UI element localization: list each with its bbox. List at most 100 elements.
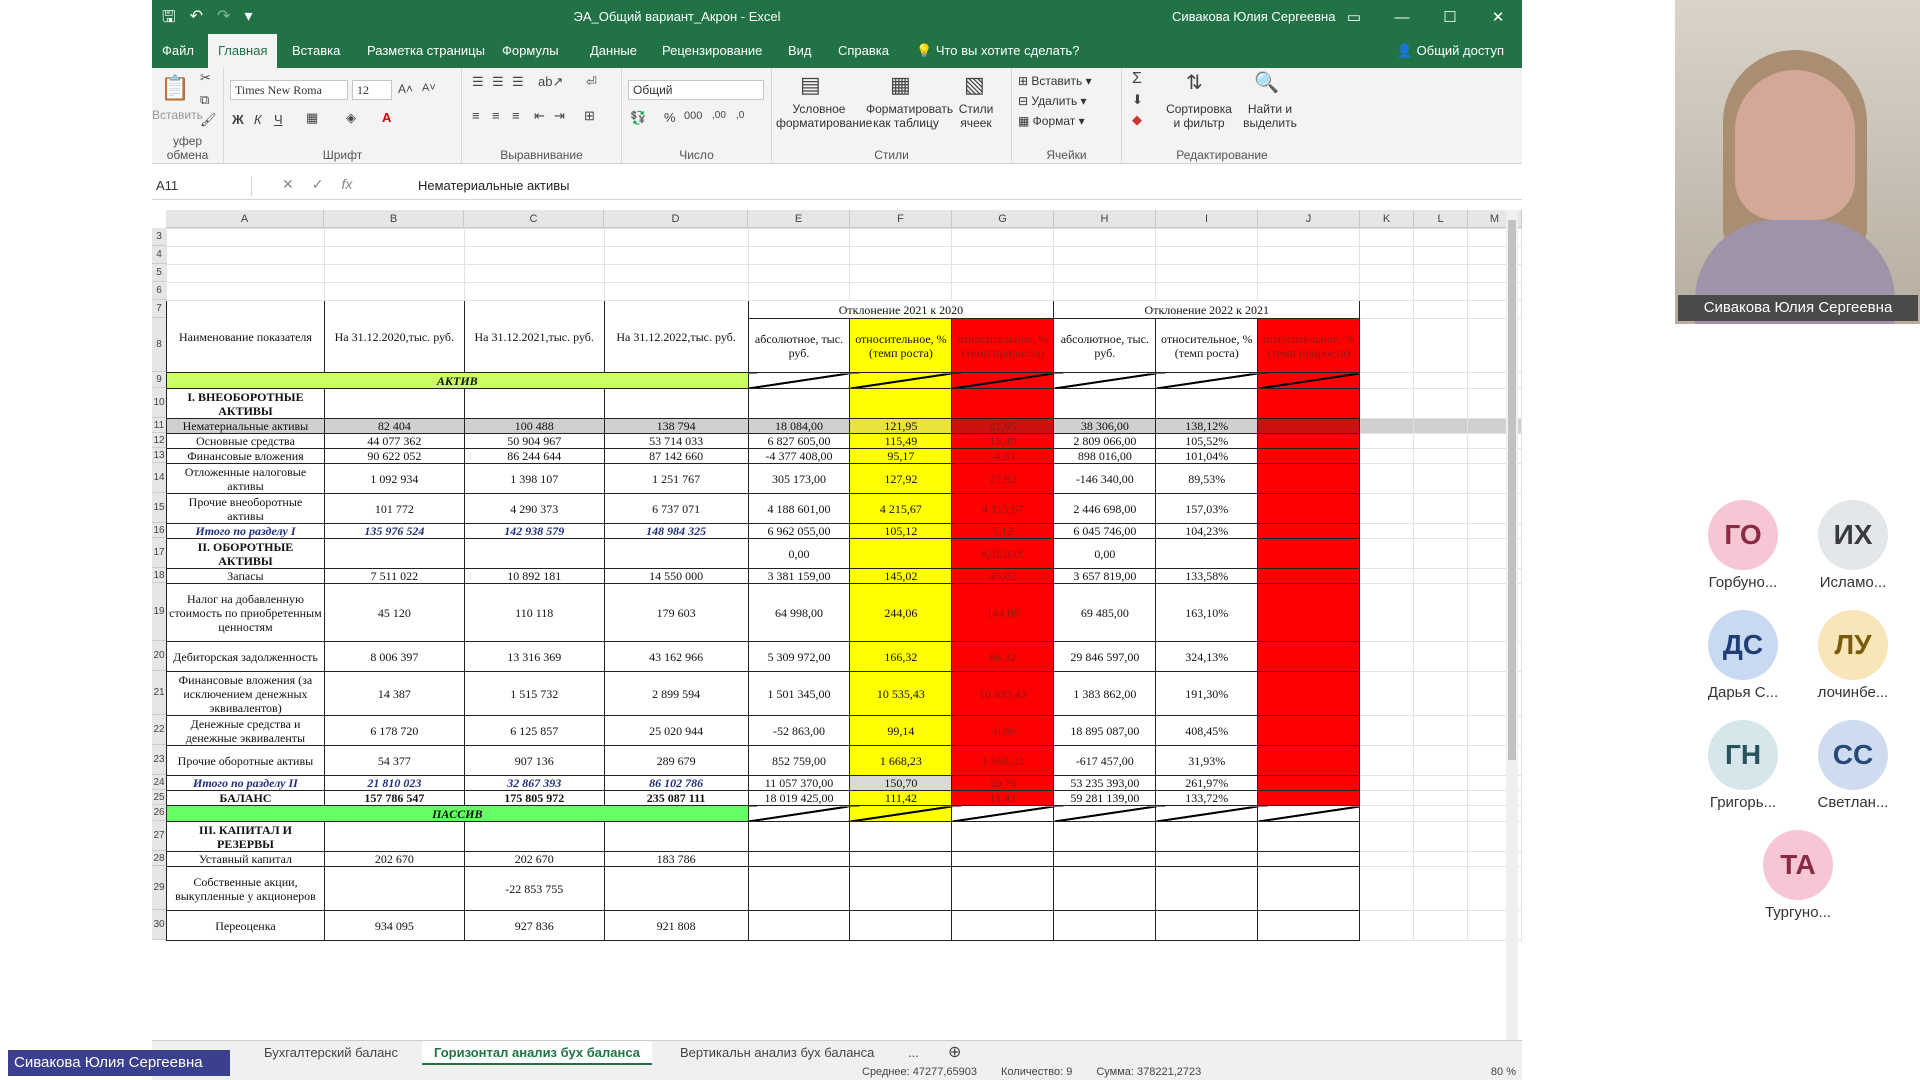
cell[interactable]: 44 077 362	[323, 433, 465, 449]
cell[interactable]	[1359, 538, 1415, 569]
cell[interactable]: 2 446 698,00	[1053, 493, 1157, 524]
cell[interactable]	[1413, 568, 1468, 584]
cell[interactable]: 927 836	[463, 910, 605, 941]
cell[interactable]	[849, 538, 953, 569]
cell[interactable]	[1155, 538, 1259, 569]
format-cells-button[interactable]: ▦ Формат ▾	[1018, 114, 1085, 128]
insert-cells-button[interactable]: ⊞ Вставить ▾	[1018, 74, 1092, 88]
row-header[interactable]: 24	[152, 775, 166, 790]
cell[interactable]	[1359, 264, 1415, 283]
column-header[interactable]: L	[1414, 210, 1468, 228]
cell[interactable]: 175 805 972	[463, 790, 605, 806]
autosum-icon[interactable]: Σ	[1132, 70, 1142, 88]
cell[interactable]: 86 102 786	[603, 775, 749, 791]
cell[interactable]	[1359, 568, 1415, 584]
cell[interactable]	[1257, 246, 1361, 265]
increase-font-icon[interactable]: A˄	[398, 82, 413, 96]
cell[interactable]	[1413, 246, 1468, 265]
section-active[interactable]: АКТИВ	[166, 372, 749, 389]
row-name-cell[interactable]: Переоценка	[166, 910, 325, 941]
cell[interactable]	[849, 805, 953, 822]
tab-review[interactable]: Рецензирование	[652, 34, 772, 68]
font-color-icon[interactable]: A	[382, 110, 391, 125]
cell[interactable]	[747, 866, 851, 911]
cell[interactable]: 86 244 644	[463, 448, 605, 464]
header-relative[interactable]: относительное, % (темп роста)	[1155, 318, 1259, 373]
cell[interactable]: 101,04%	[1155, 448, 1259, 464]
cell[interactable]: 907 136	[463, 745, 605, 776]
tell-me-search[interactable]: 💡 Что вы хотите сделать?	[906, 34, 1090, 68]
cell[interactable]	[1053, 388, 1157, 419]
add-sheet-icon[interactable]: ⊕	[936, 1041, 973, 1065]
cell[interactable]: 104,23%	[1155, 523, 1259, 539]
cell[interactable]	[849, 372, 953, 389]
cell[interactable]: 87 142 660	[603, 448, 749, 464]
cell[interactable]: -22 853 755	[463, 866, 605, 911]
cell[interactable]: -4 377 408,00	[747, 448, 851, 464]
cell[interactable]: 179 603	[603, 583, 749, 642]
decrease-decimal-icon[interactable]: ,0	[736, 110, 744, 121]
header-deviation-2021[interactable]: Отклонение 2021 к 2020	[747, 300, 1055, 319]
cell[interactable]	[463, 264, 605, 283]
cell[interactable]	[1053, 228, 1157, 247]
row-header[interactable]: 20	[152, 641, 166, 671]
tab-help[interactable]: Справка	[828, 34, 899, 68]
cell[interactable]	[1257, 851, 1361, 867]
cell[interactable]	[1359, 228, 1415, 247]
row-name-cell[interactable]: БАЛАНС	[166, 790, 325, 806]
cell[interactable]: 2 809 066,00	[1053, 433, 1157, 449]
cell[interactable]	[1413, 538, 1468, 569]
cell[interactable]: 133,58%	[1155, 568, 1259, 584]
cell[interactable]	[323, 388, 465, 419]
sheet-tab-more[interactable]: ...	[896, 1041, 931, 1065]
row-header[interactable]: 27	[152, 821, 166, 851]
cell[interactable]: 27,92	[951, 463, 1055, 494]
cell[interactable]: 166,32	[849, 641, 953, 672]
cell[interactable]	[1257, 448, 1361, 464]
cell[interactable]	[1053, 264, 1157, 283]
cell[interactable]: 66,32	[951, 641, 1055, 672]
cell[interactable]	[1359, 866, 1415, 911]
row-name-cell[interactable]: Отложенные налоговые активы	[166, 463, 325, 494]
cell[interactable]: -146 340,00	[1053, 463, 1157, 494]
align-bottom-icon[interactable]: ☰	[512, 74, 524, 90]
cell[interactable]	[1359, 523, 1415, 539]
row-name-cell[interactable]: Финансовые вложения (за исключением дене…	[166, 671, 325, 716]
cell[interactable]: 142 938 579	[463, 523, 605, 539]
cell[interactable]	[1155, 246, 1259, 265]
header-absolute[interactable]: абсолютное, тыс. руб.	[747, 318, 851, 373]
cell[interactable]: 1 092 934	[323, 463, 465, 494]
cell[interactable]: 852 759,00	[747, 745, 851, 776]
cell[interactable]	[1257, 418, 1361, 434]
cell[interactable]: 18 895 087,00	[1053, 715, 1157, 746]
cell[interactable]	[1359, 805, 1415, 822]
cell[interactable]: 50,70	[951, 775, 1055, 791]
cell[interactable]: 6 045 746,00	[1053, 523, 1157, 539]
participant-tile[interactable]: ИХ Исламо...	[1798, 500, 1908, 591]
header-2020[interactable]: На 31.12.2020,тыс. руб.	[323, 300, 465, 373]
cell[interactable]: 8 006 397	[323, 641, 465, 672]
cell[interactable]	[1257, 583, 1361, 642]
cell[interactable]: 183 786	[603, 851, 749, 867]
cell[interactable]	[1359, 388, 1415, 419]
cell[interactable]: 202 670	[323, 851, 465, 867]
cell[interactable]: 121,95	[849, 418, 953, 434]
cell[interactable]	[166, 282, 325, 301]
cell[interactable]	[1413, 910, 1468, 941]
cell[interactable]	[951, 228, 1055, 247]
cell[interactable]	[1155, 851, 1259, 867]
paste-button[interactable]: Вставить	[152, 108, 203, 122]
cell[interactable]	[463, 388, 605, 419]
cell[interactable]	[1053, 866, 1157, 911]
cell[interactable]: 18 019 425,00	[747, 790, 851, 806]
name-box[interactable]: A11	[152, 176, 252, 196]
cell[interactable]: 4 188 601,00	[747, 493, 851, 524]
cell[interactable]: 898 016,00	[1053, 448, 1157, 464]
cell[interactable]	[603, 538, 749, 569]
cell[interactable]	[463, 821, 605, 852]
participant-tile[interactable]: ГО Горбуно...	[1688, 500, 1798, 591]
cell[interactable]	[1359, 821, 1415, 852]
row-header[interactable]: 23	[152, 745, 166, 775]
cell[interactable]: 11,42	[951, 790, 1055, 806]
cell[interactable]	[1413, 318, 1468, 373]
